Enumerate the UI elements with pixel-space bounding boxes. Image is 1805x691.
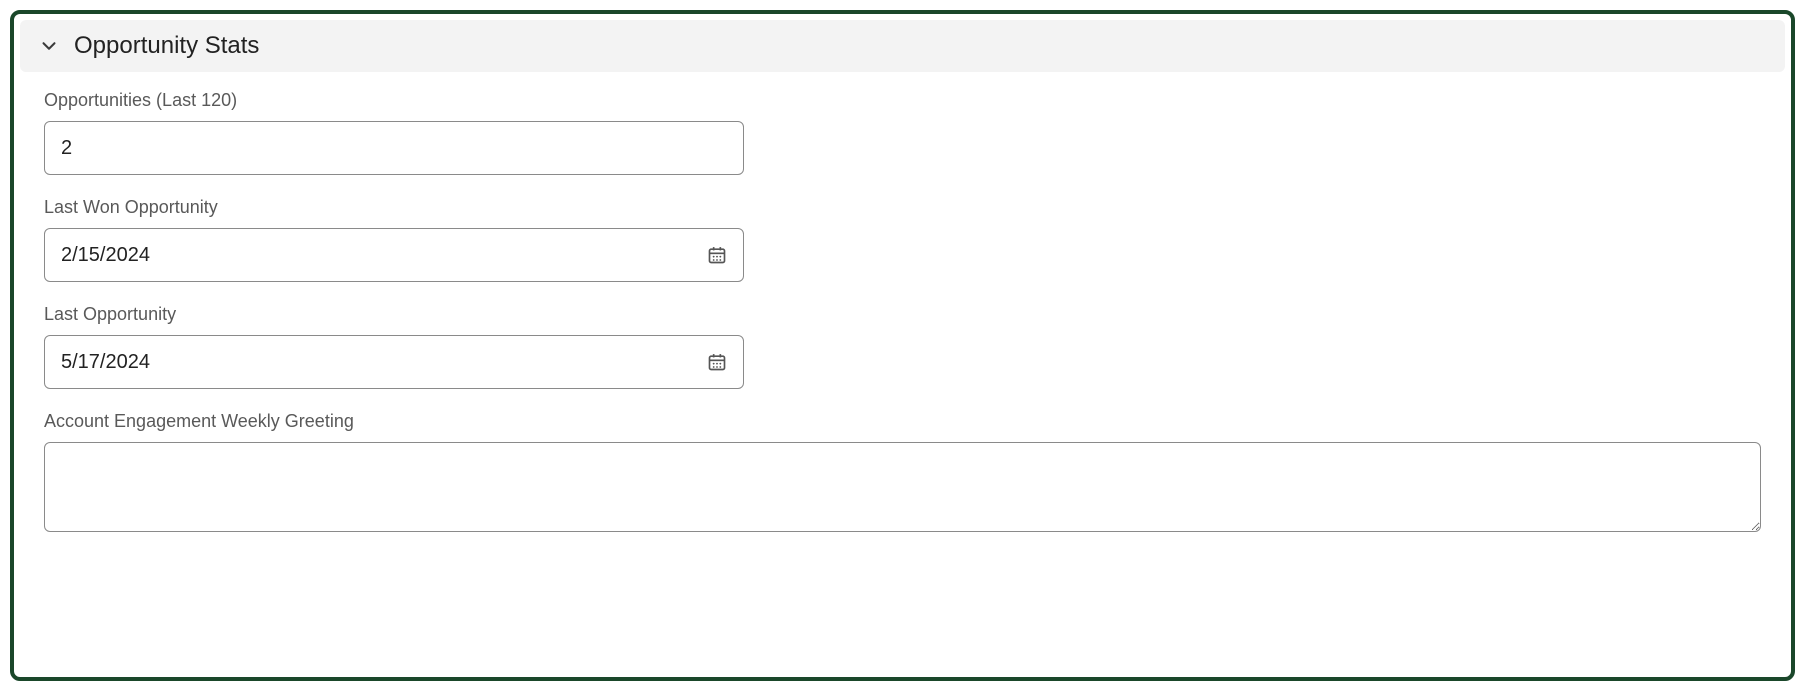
form-container: Opportunity Stats Opportunities (Last 12… (10, 10, 1795, 681)
last-won-opportunity-input[interactable] (61, 229, 707, 281)
last-won-opportunity-input-wrapper[interactable] (44, 228, 744, 282)
greeting-textarea[interactable] (44, 442, 1761, 532)
chevron-down-icon (38, 35, 60, 57)
form-panel: Opportunity Stats Opportunities (Last 12… (20, 20, 1785, 671)
greeting-label: Account Engagement Weekly Greeting (44, 411, 1761, 432)
opportunities-label: Opportunities (Last 120) (44, 90, 1761, 111)
calendar-icon[interactable] (707, 245, 727, 265)
section-title: Opportunity Stats (74, 32, 259, 60)
field-opportunities: Opportunities (Last 120) (44, 90, 1761, 175)
opportunities-input[interactable] (44, 121, 744, 175)
last-won-opportunity-label: Last Won Opportunity (44, 197, 1761, 218)
section-header-opportunity-stats[interactable]: Opportunity Stats (20, 20, 1785, 72)
form-body: Opportunities (Last 120) Last Won Opport… (20, 72, 1785, 569)
field-greeting: Account Engagement Weekly Greeting (44, 411, 1761, 537)
last-opportunity-input[interactable] (61, 336, 707, 388)
field-last-won-opportunity: Last Won Opportunity (44, 197, 1761, 282)
field-last-opportunity: Last Opportunity (44, 304, 1761, 389)
last-opportunity-input-wrapper[interactable] (44, 335, 744, 389)
last-opportunity-label: Last Opportunity (44, 304, 1761, 325)
calendar-icon[interactable] (707, 352, 727, 372)
